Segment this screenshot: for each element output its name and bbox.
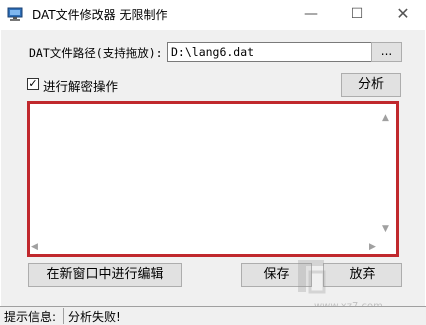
path-label: DAT文件路径(支持拖放): [29, 46, 163, 60]
path-input[interactable]: D:\lang6.dat [167, 42, 373, 62]
watermark-logo [298, 260, 326, 294]
discard-button[interactable]: 放弃 [323, 263, 402, 287]
edit-in-new-window-button[interactable]: 在新窗口中进行编辑 [28, 263, 182, 287]
status-divider [63, 308, 64, 324]
window-title: DAT文件修改器 无限制作 [32, 8, 168, 22]
scroll-down-arrow[interactable]: ▼ [382, 224, 389, 234]
status-bar-separator [0, 306, 426, 307]
analyze-button[interactable]: 分析 [341, 73, 401, 97]
scroll-left-arrow[interactable]: ◀ [31, 242, 38, 252]
close-button[interactable]: ✕ [380, 0, 426, 30]
scroll-up-arrow[interactable]: ▲ [382, 113, 389, 123]
browse-button[interactable]: ... [371, 42, 402, 62]
scroll-right-arrow[interactable]: ▶ [369, 242, 376, 252]
minimize-button[interactable]: — [288, 0, 334, 30]
status-label: 提示信息: [4, 310, 57, 324]
decrypt-label[interactable]: 进行解密操作 [43, 76, 118, 95]
status-message: 分析失败! [68, 310, 121, 324]
maximize-button[interactable]: ☐ [334, 0, 380, 30]
monitor-icon [7, 7, 23, 21]
editor-textarea[interactable] [27, 101, 399, 257]
decrypt-checkbox[interactable]: ✓ [27, 78, 39, 90]
